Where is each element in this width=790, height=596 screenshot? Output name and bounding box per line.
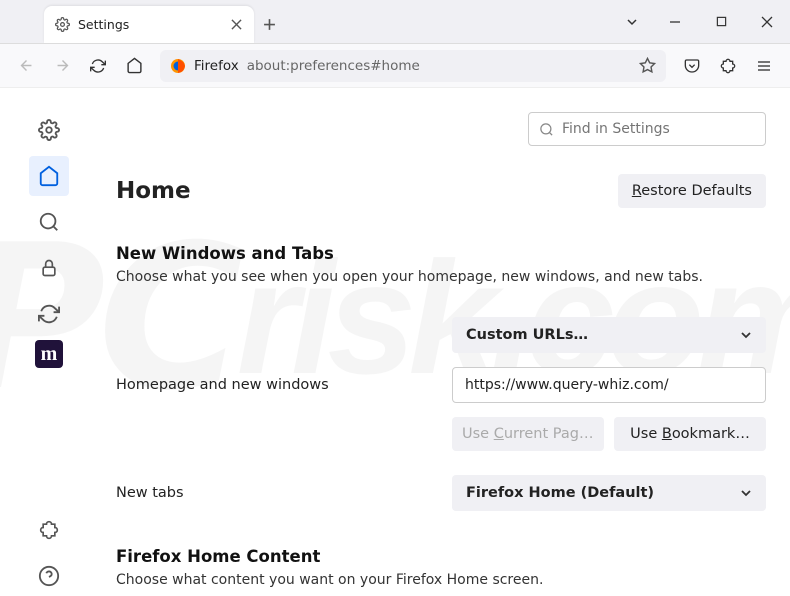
back-button[interactable]: [10, 50, 42, 82]
sidebar-general[interactable]: [29, 110, 69, 150]
chevron-down-icon: [740, 487, 752, 499]
newtabs-label: New tabs: [116, 485, 440, 501]
use-bookmark-button[interactable]: Use Bookmark…: [614, 417, 766, 451]
url-prefix: Firefox: [194, 58, 239, 74]
sidebar-home[interactable]: [29, 156, 69, 196]
homepage-label: Homepage and new windows: [116, 377, 440, 393]
page-title: Home: [116, 178, 191, 204]
settings-search-input[interactable]: [562, 121, 755, 137]
section-new-windows-desc: Choose what you see when you open your h…: [116, 269, 766, 285]
window-controls: [612, 0, 790, 43]
section-home-content-desc: Choose what content you want on your Fir…: [116, 572, 766, 588]
settings-search[interactable]: [528, 112, 766, 146]
homepage-mode-select[interactable]: Custom URLs…: [452, 317, 766, 353]
bookmark-star-icon[interactable]: [639, 57, 656, 74]
firefox-icon: [170, 58, 186, 74]
restore-defaults-button[interactable]: Restore Defaults: [618, 174, 766, 208]
use-current-pages-button[interactable]: Use Current Pages: [452, 417, 604, 451]
url-bar[interactable]: Firefox about:preferences#home: [160, 50, 666, 82]
menu-button[interactable]: [748, 50, 780, 82]
sidebar-more-mozilla[interactable]: m: [35, 340, 63, 368]
home-button[interactable]: [118, 50, 150, 82]
browser-tab[interactable]: Settings: [44, 6, 254, 43]
maximize-button[interactable]: [698, 0, 744, 43]
select-value: Firefox Home (Default): [466, 485, 654, 501]
sidebar-extensions[interactable]: [29, 510, 69, 550]
newtabs-select[interactable]: Firefox Home (Default): [452, 475, 766, 511]
forward-button[interactable]: [46, 50, 78, 82]
close-button[interactable]: [744, 0, 790, 43]
titlebar: Settings: [0, 0, 790, 44]
sidebar-search[interactable]: [29, 202, 69, 242]
sidebar-privacy[interactable]: [29, 248, 69, 288]
homepage-url-input[interactable]: [452, 367, 766, 403]
sidebar-help[interactable]: [29, 556, 69, 596]
sidebar: m: [0, 88, 98, 596]
gear-icon: [54, 17, 70, 33]
search-icon: [539, 122, 554, 137]
reload-button[interactable]: [82, 50, 114, 82]
select-value: Custom URLs…: [466, 327, 588, 343]
section-home-content-title: Firefox Home Content: [116, 547, 766, 566]
chevron-down-icon: [740, 329, 752, 341]
url-path: about:preferences#home: [247, 58, 420, 74]
close-icon[interactable]: [228, 17, 244, 33]
tab-list-button[interactable]: [612, 0, 652, 43]
minimize-button[interactable]: [652, 0, 698, 43]
extensions-button[interactable]: [712, 50, 744, 82]
tab-title: Settings: [78, 17, 220, 32]
section-new-windows-title: New Windows and Tabs: [116, 244, 766, 263]
new-tab-button[interactable]: [254, 6, 284, 43]
pocket-button[interactable]: [676, 50, 708, 82]
sidebar-sync[interactable]: [29, 294, 69, 334]
main-panel: Home Restore Defaults New Windows and Ta…: [98, 88, 790, 596]
toolbar: Firefox about:preferences#home: [0, 44, 790, 88]
